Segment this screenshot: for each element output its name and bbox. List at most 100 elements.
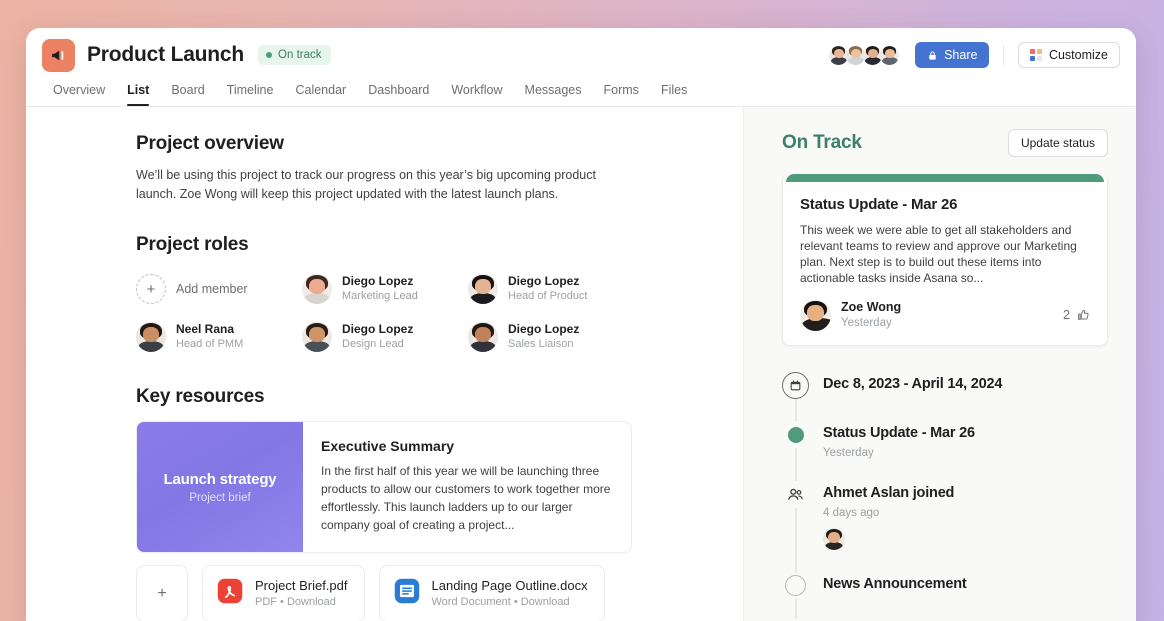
activity-timeline: Dec 8, 2023 - April 14, 2024 Status Updat… <box>782 372 1108 619</box>
avatar-image <box>800 299 831 331</box>
customize-button[interactable]: Customize <box>1018 42 1120 68</box>
timeline-item[interactable]: Ahmet Aslan joined 4 days ago <box>782 481 1108 550</box>
project-role-title: Head of PMM <box>176 338 244 350</box>
avatar <box>302 274 332 304</box>
word-file-icon <box>393 577 421 610</box>
timeline-item-subtitle: Yesterday <box>823 447 874 459</box>
timeline-item[interactable]: Dec 8, 2023 - April 14, 2024 <box>782 372 1108 399</box>
avatar[interactable] <box>878 43 902 67</box>
timeline-item[interactable]: Status Update - Mar 26 Yesterday <box>782 421 1108 459</box>
attachment-name: Project Brief.pdf <box>255 578 348 593</box>
hollow-circle-icon <box>782 572 809 599</box>
attachments-row: + Project Brief.pdf PDF • Download Landing… <box>136 565 743 621</box>
project-role-item[interactable]: Diego Lopez Sales Liaison <box>468 318 634 356</box>
status-badge-label: On track <box>278 49 322 61</box>
project-role-name: Diego Lopez <box>342 322 414 336</box>
tab-dashboard[interactable]: Dashboard <box>357 83 440 106</box>
status-card-author: Zoe Wong <box>841 300 902 314</box>
project-role-name: Diego Lopez <box>508 322 580 336</box>
status-dot-icon <box>782 421 809 448</box>
page-title: Product Launch <box>87 43 245 66</box>
lock-icon <box>929 51 936 60</box>
member-avatar-stack[interactable] <box>827 43 902 67</box>
attachment-card[interactable]: Landing Page Outline.docx Word Document •… <box>378 565 605 621</box>
avatar <box>468 322 498 352</box>
avatar <box>302 322 332 352</box>
timeline-item[interactable]: News Announcement <box>782 572 1108 599</box>
add-attachment-button[interactable]: + <box>136 565 188 621</box>
status-card-title: Status Update - Mar 26 <box>800 196 958 213</box>
status-title: On Track <box>782 132 862 153</box>
tab-files[interactable]: Files <box>650 83 698 106</box>
avatar-image <box>302 322 332 352</box>
attachment-meta: PDF • Download <box>255 596 336 608</box>
avatar-image <box>136 322 166 352</box>
project-role-title: Design Lead <box>342 338 404 350</box>
tab-messages[interactable]: Messages <box>514 83 593 106</box>
executive-summary-text: In the first half of this year we will b… <box>321 464 611 532</box>
like-button[interactable]: 2 <box>1063 308 1090 322</box>
status-update-card[interactable]: Status Update - Mar 26 This week we were… <box>782 174 1108 346</box>
project-role-name: Neel Rana <box>176 322 235 336</box>
tab-board[interactable]: Board <box>160 83 215 106</box>
status-badge[interactable]: On track <box>258 45 331 65</box>
project-role-name: Diego Lopez <box>508 274 580 288</box>
avatar-image <box>823 528 845 550</box>
project-role-item[interactable]: Diego Lopez Head of Product <box>468 270 634 308</box>
project-roles-heading: Project roles <box>136 234 249 255</box>
tab-calendar[interactable]: Calendar <box>284 83 357 106</box>
status-card-body: Status Update - Mar 26 This week we were… <box>783 182 1107 286</box>
status-card-text: This week we were able to get all stakeh… <box>800 223 1077 285</box>
add-member-button[interactable]: + Add member <box>136 270 302 308</box>
tab-workflow[interactable]: Workflow <box>440 83 513 106</box>
project-role-title: Head of Product <box>508 290 588 302</box>
executive-summary-title: Executive Summary <box>321 438 455 454</box>
project-role-item[interactable]: Neel Rana Head of PMM <box>136 318 302 356</box>
status-sidebar-header: On Track Update status <box>782 129 1108 157</box>
key-resources-heading: Key resources <box>136 386 265 407</box>
pdf-file-icon <box>216 577 244 610</box>
project-header: Product Launch On track Share Customize <box>26 28 1136 74</box>
project-role-name: Diego Lopez <box>342 274 414 288</box>
project-brief-card[interactable]: Launch strategy Project brief Executive … <box>136 421 632 553</box>
tab-list[interactable]: List <box>116 83 160 106</box>
avatar <box>468 274 498 304</box>
timeline-item-title: Status Update - Mar 26 <box>823 425 975 441</box>
project-brief-cover-title: Launch strategy <box>163 470 277 488</box>
timeline-item-title: Dec 8, 2023 - April 14, 2024 <box>823 376 1003 392</box>
add-member-label: Add member <box>176 282 248 296</box>
share-button-label: Share <box>944 48 978 62</box>
timeline-item-subtitle: 4 days ago <box>823 507 880 519</box>
status-dot-icon <box>266 52 273 58</box>
avatar-image <box>302 274 332 304</box>
like-count: 2 <box>1063 308 1070 322</box>
project-overview-heading: Project overview <box>136 133 284 154</box>
project-brief-summary: Executive Summary In the first half of t… <box>303 422 631 552</box>
project-overview-text: We’ll be using this project to track our… <box>136 168 596 201</box>
content-split: Project overview We’ll be using this pro… <box>26 107 1136 621</box>
project-brief-cover: Launch strategy Project brief <box>137 422 303 552</box>
status-card-timestamp: Yesterday <box>841 317 892 329</box>
share-button[interactable]: Share <box>915 42 990 68</box>
avatar <box>823 528 845 550</box>
grid-icon <box>1030 49 1042 61</box>
avatar-image <box>468 274 498 304</box>
main-content: Project overview We’ll be using this pro… <box>26 107 743 621</box>
tab-timeline[interactable]: Timeline <box>216 83 285 106</box>
megaphone-icon <box>42 38 75 72</box>
project-role-title: Sales Liaison <box>508 338 574 350</box>
avatar <box>800 299 831 331</box>
project-role-item[interactable]: Diego Lopez Design Lead <box>302 318 468 356</box>
attachment-meta: Word Document • Download <box>431 596 570 608</box>
header-actions: Share Customize <box>827 42 1136 68</box>
header-divider <box>1003 45 1005 65</box>
tab-forms[interactable]: Forms <box>593 83 650 106</box>
timeline-item-title: Ahmet Aslan joined <box>823 485 955 501</box>
attachment-card[interactable]: Project Brief.pdf PDF • Download <box>202 565 365 621</box>
project-role-item[interactable]: Diego Lopez Marketing Lead <box>302 270 468 308</box>
app-window: Product Launch On track Share Customize <box>26 28 1136 621</box>
tab-overview[interactable]: Overview <box>42 83 116 106</box>
update-status-button[interactable]: Update status <box>1007 129 1108 157</box>
avatar-image <box>880 45 900 65</box>
thumbs-up-icon <box>1078 309 1089 320</box>
